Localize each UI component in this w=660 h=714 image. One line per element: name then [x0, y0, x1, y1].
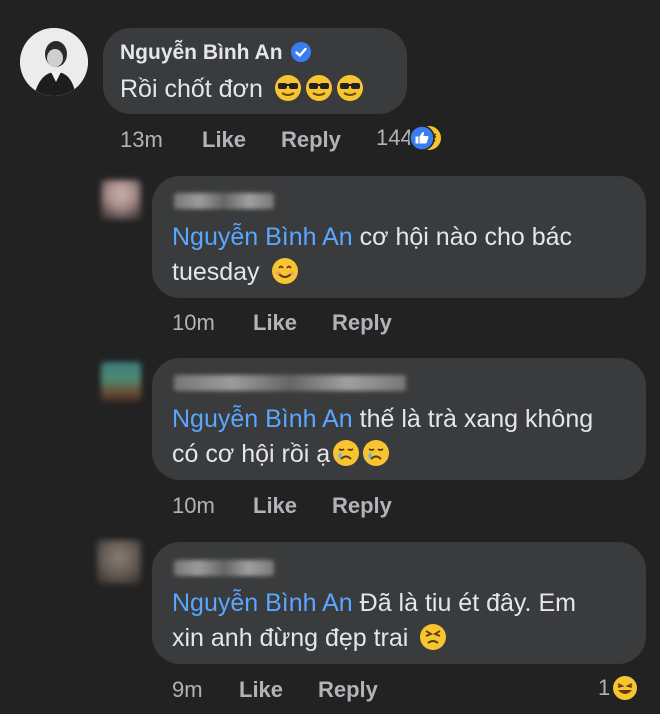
crying-emoji-icon — [332, 439, 360, 467]
comment-timestamp[interactable]: 13m — [120, 127, 163, 153]
reply-button[interactable]: Reply — [281, 127, 341, 153]
reply-bubble: Nguyễn Bình An Đã là tiu ét đây. Em xin … — [152, 542, 646, 664]
reply-button[interactable]: Reply — [332, 310, 392, 336]
mention-link[interactable]: Nguyễn Bình An — [172, 223, 353, 251]
comment-bubble: Nguyễn Bình An Rồi chốt đơn — [103, 28, 407, 114]
mention-link[interactable]: Nguyễn Bình An — [172, 589, 353, 617]
sunglasses-emoji-icon — [305, 74, 333, 102]
mention-link[interactable]: Nguyễn Bình An — [172, 405, 353, 433]
reply-button[interactable]: Reply — [332, 493, 392, 519]
like-button[interactable]: Like — [253, 493, 297, 519]
reply-actions: 10m Like Reply — [0, 310, 660, 340]
reply-avatar[interactable] — [97, 540, 141, 584]
tired-face-emoji-icon — [419, 623, 447, 651]
reply-text-line2: xin anh đừng đẹp trai — [172, 624, 409, 652]
reply-bubble: Nguyễn Bình An thế là trà xang không có … — [152, 358, 646, 480]
reply-avatar[interactable] — [101, 180, 141, 220]
reaction-summary[interactable]: 144 — [376, 125, 441, 151]
like-thumb-icon — [408, 125, 435, 151]
reply-text-line1: Đã là tiu ét đây. Em — [352, 589, 576, 617]
blurred-author-name — [174, 375, 406, 391]
reply-actions: 10m Like Reply — [0, 493, 660, 523]
smile-emoji-icon — [271, 257, 299, 285]
reply-actions: 9m Like Reply 1 — [0, 675, 660, 707]
reply-avatar[interactable] — [101, 362, 141, 402]
avatar[interactable] — [20, 28, 88, 96]
comment-actions: 13m Like Reply 144 — [0, 125, 660, 157]
reply-text-line2: tuesday — [172, 258, 260, 286]
reply-timestamp[interactable]: 10m — [172, 310, 215, 336]
sunglasses-emoji-icon — [336, 74, 364, 102]
reply-bubble: Nguyễn Bình An cơ hội nào cho bác tuesda… — [152, 176, 646, 298]
reaction-summary[interactable]: 1 — [598, 675, 638, 701]
comment-author[interactable]: Nguyễn Bình An — [120, 41, 283, 64]
reaction-count: 1 — [598, 675, 611, 700]
reply-timestamp[interactable]: 9m — [172, 677, 203, 703]
like-button[interactable]: Like — [202, 127, 246, 153]
reply-text-line1: cơ hội nào cho bác — [352, 223, 573, 251]
sunglasses-emoji-icon — [274, 74, 302, 102]
reaction-count: 144 — [376, 125, 413, 150]
blurred-author-name — [174, 193, 274, 209]
reply-button[interactable]: Reply — [318, 677, 378, 703]
like-button[interactable]: Like — [239, 677, 283, 703]
reply-timestamp[interactable]: 10m — [172, 493, 215, 519]
verified-badge-icon — [291, 42, 311, 62]
reply-text-line1: thế là trà xang không — [352, 405, 594, 433]
laugh-emoji-icon — [612, 675, 638, 701]
reply-text-line2: có cơ hội rồi ạ — [172, 440, 331, 468]
like-button[interactable]: Like — [253, 310, 297, 336]
comment-text: Rồi chốt đơn — [120, 75, 263, 103]
crying-emoji-icon — [362, 439, 390, 467]
blurred-author-name — [174, 560, 274, 576]
